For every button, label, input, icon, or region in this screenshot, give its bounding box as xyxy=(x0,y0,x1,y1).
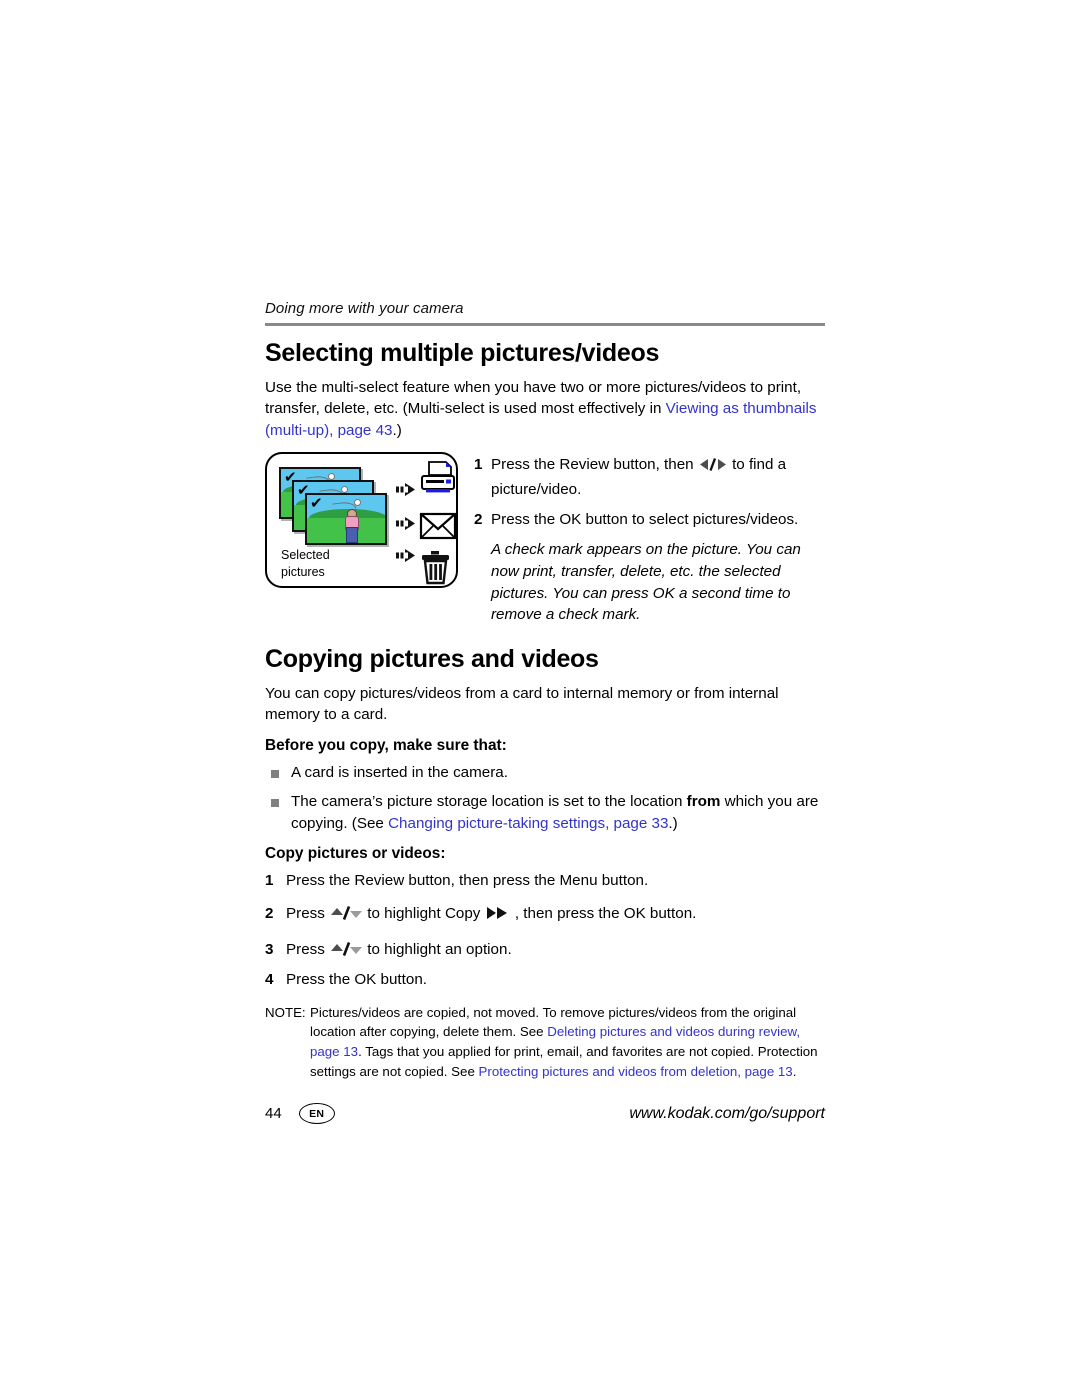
section-title-selecting: Selecting multiple pictures/videos xyxy=(265,339,660,367)
step-text-a: Press xyxy=(286,941,330,959)
destination-icons-group xyxy=(417,460,459,594)
step-explanatory-note: A check mark appears on the picture. You… xyxy=(491,541,801,624)
up-down-arrows-icon xyxy=(329,941,363,964)
step-text-b: to highlight an option. xyxy=(363,941,512,959)
note-body: Pictures/videos are copied, not moved. T… xyxy=(310,1003,825,1082)
step-number: 4 xyxy=(265,970,274,988)
section-title-copying: Copying pictures and videos xyxy=(265,645,599,674)
step-text: Press the OK button. xyxy=(286,970,427,988)
up-down-arrows-icon xyxy=(329,905,363,928)
link-changing-picture-taking-settings[interactable]: Changing picture-taking settings, page 3… xyxy=(388,815,668,832)
figure-caption-line2: pictures xyxy=(281,565,325,580)
step-item: 2 Press the OK button to select pictures… xyxy=(474,509,825,530)
page-number: 44 xyxy=(265,1105,282,1123)
envelope-icon xyxy=(417,510,459,547)
document-page: Doing more with your camera Selecting mu… xyxy=(265,300,825,1125)
step-text-c: , then press the OK button. xyxy=(510,905,697,923)
step-number: 1 xyxy=(265,872,274,890)
running-header: Doing more with your camera xyxy=(265,300,464,317)
intro-text-part2: .) xyxy=(392,421,402,439)
step-item: 1 Press the Review button, then to find … xyxy=(474,454,825,500)
section1-intro-paragraph: Use the multi-select feature when you ha… xyxy=(265,377,825,442)
photo-thumbnail: ✔ xyxy=(305,493,387,546)
prerequisites-list: A card is inserted in the camera. The ca… xyxy=(265,762,825,835)
subheading-before-you-copy: Before you copy, make sure that: xyxy=(265,736,507,754)
printer-icon xyxy=(417,460,459,507)
copy-steps-list: 1 Press the Review button, then press th… xyxy=(265,870,825,990)
page-footer: 44 EN www.kodak.com/go/support xyxy=(265,1103,825,1125)
copy-step-item: 1 Press the Review button, then press th… xyxy=(265,870,825,892)
support-url: www.kodak.com/go/support xyxy=(629,1104,825,1122)
copy-step-item: 2 Press to highlight Copy , then press t… xyxy=(265,903,825,928)
step-text: Press the Review button, then to find a … xyxy=(491,454,825,500)
selected-photos-stack: ✔ ✔ ✔ xyxy=(279,467,387,546)
figure-caption: Selected pictures xyxy=(281,547,330,581)
link-protecting-pictures-and-videos-from-deletion[interactable]: Protecting pictures and videos from dele… xyxy=(479,1064,793,1079)
step-text: Press the OK button to select pictures/v… xyxy=(491,510,799,528)
bullet-bold-word: from xyxy=(686,793,721,811)
subheading-copy-pictures-or-videos: Copy pictures or videos: xyxy=(265,845,446,863)
figure-and-steps-row: ✔ ✔ ✔ Selected pictures 1 Press the Revi… xyxy=(265,452,825,626)
step-number: 2 xyxy=(265,905,274,923)
note-block: NOTE: Pictures/videos are copied, not mo… xyxy=(265,1003,825,1082)
list-item: A card is inserted in the camera. xyxy=(265,762,825,784)
note-text-part3: . xyxy=(792,1063,797,1079)
trash-icon xyxy=(417,550,459,591)
step-text-before: Press the Review button, then xyxy=(491,456,698,474)
step-text: Press to highlight Copy , then press the… xyxy=(286,903,696,928)
step-text: Press the Review button, then press the … xyxy=(286,872,649,890)
figure-caption-line1: Selected xyxy=(281,548,330,563)
left-right-arrows-icon xyxy=(698,457,728,478)
block-arrow-icon xyxy=(393,482,417,502)
copy-step-item: 3 Press to highlight an option. xyxy=(265,939,825,964)
step-number: 3 xyxy=(265,941,274,959)
step-text-a: Press xyxy=(286,905,330,923)
step-number: 1 xyxy=(474,456,483,474)
block-arrow-icon xyxy=(393,548,417,568)
list-item: The camera’s picture storage location is… xyxy=(265,791,825,834)
block-arrow-icon xyxy=(393,516,417,536)
language-badge: EN xyxy=(298,1103,335,1125)
note-label: NOTE: xyxy=(265,1004,306,1020)
header-rule xyxy=(265,323,825,326)
multi-select-illustration: ✔ ✔ ✔ Selected pictures xyxy=(265,452,458,589)
step-number: 2 xyxy=(474,510,483,528)
checkmark-icon: ✔ xyxy=(310,494,323,513)
step-text-b: to highlight Copy xyxy=(363,905,485,923)
section1-steps-list: 1 Press the Review button, then to find … xyxy=(474,452,825,626)
step-text: Press to highlight an option. xyxy=(286,939,512,964)
section2-intro-paragraph: You can copy pictures/videos from a card… xyxy=(265,684,779,724)
bullet-text-c: .) xyxy=(668,814,678,832)
double-right-arrow-icon xyxy=(485,905,511,928)
copy-step-item: 4 Press the OK button. xyxy=(265,969,825,991)
flow-arrows-group xyxy=(393,474,419,574)
bullet-text-a: The camera’s picture storage location is… xyxy=(291,793,687,811)
bullet-text: A card is inserted in the camera. xyxy=(291,763,508,781)
